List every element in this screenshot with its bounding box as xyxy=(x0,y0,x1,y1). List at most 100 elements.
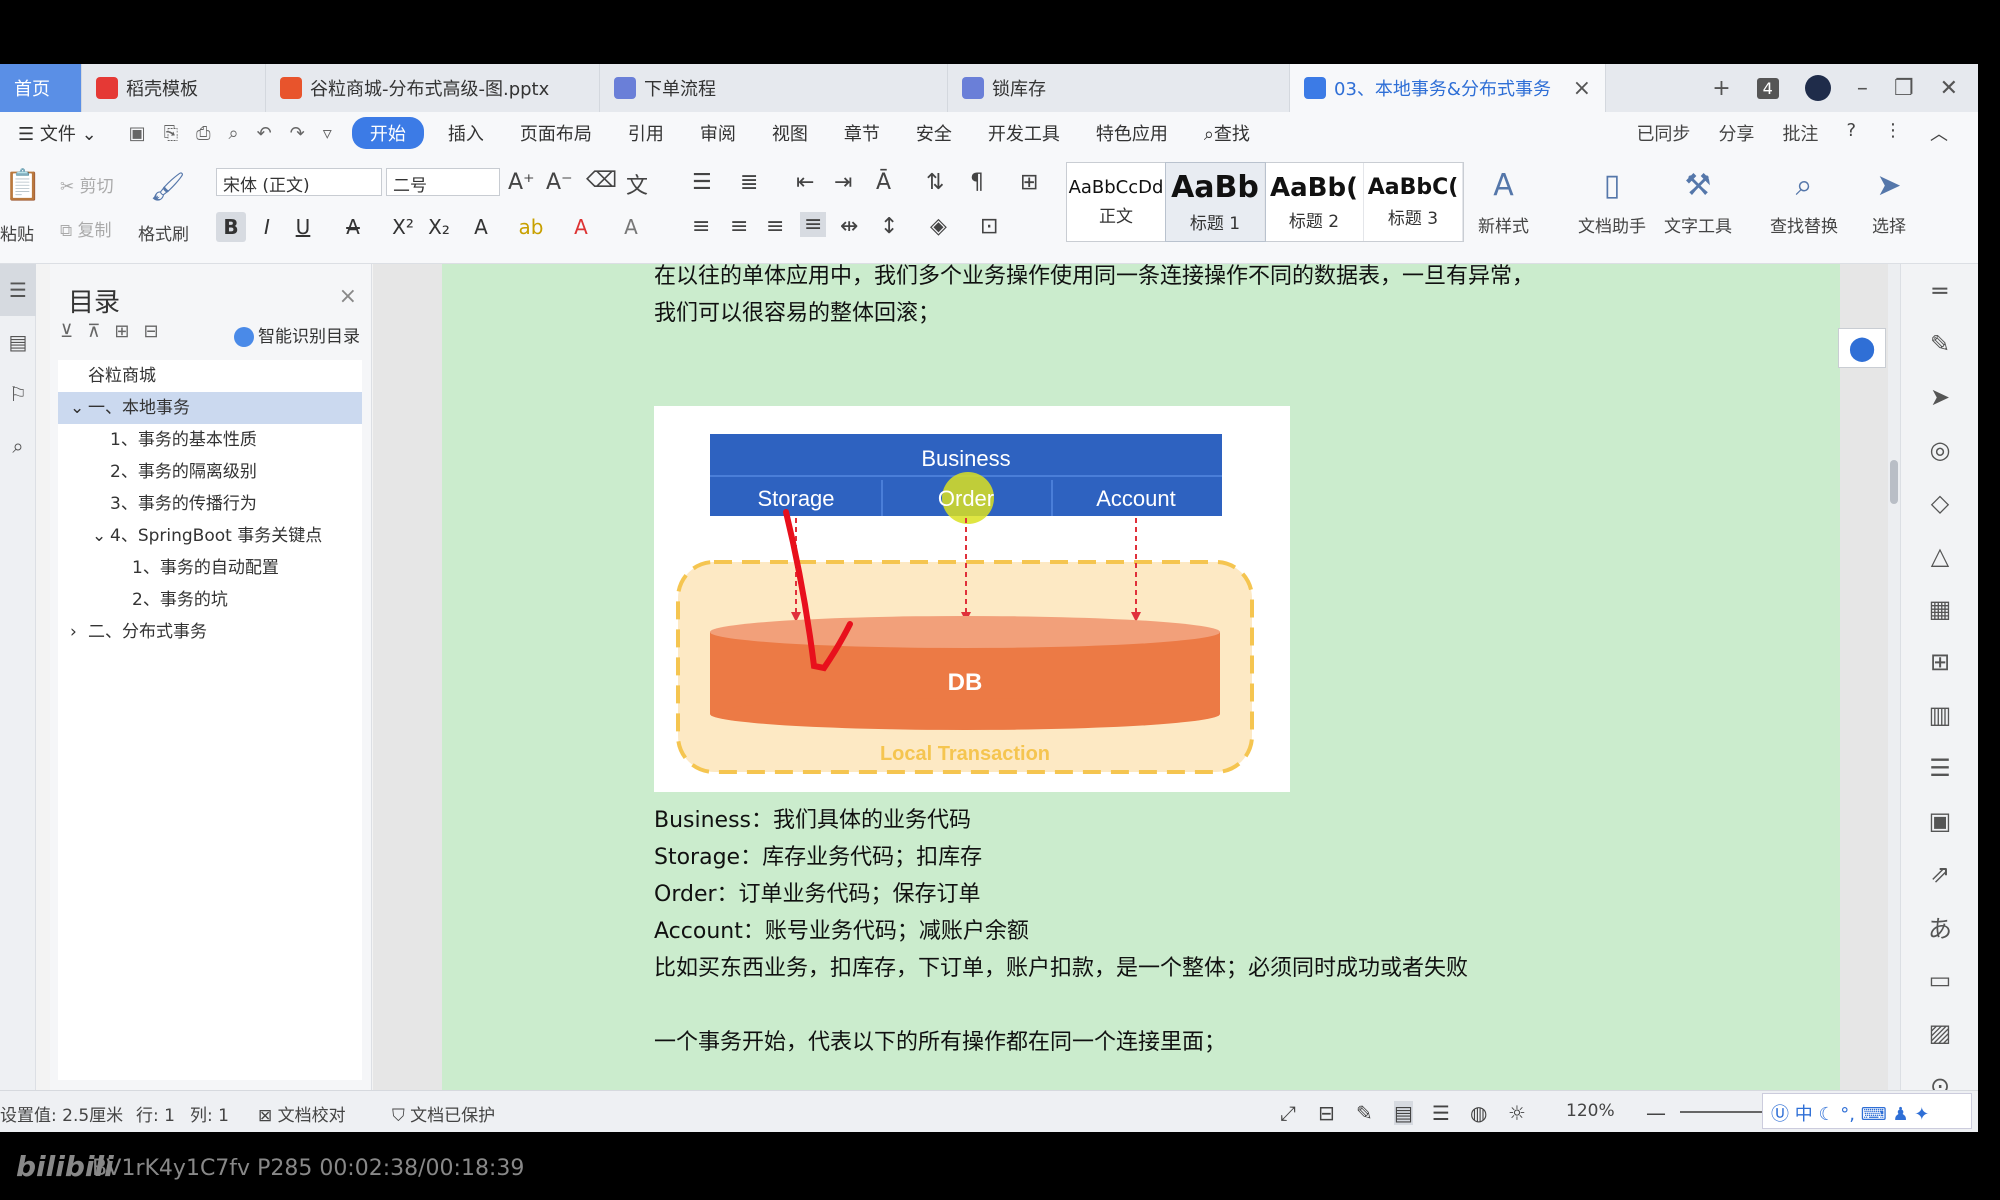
toc-item[interactable]: 2、事务的坑 xyxy=(58,584,362,616)
toc-item[interactable]: 2、事务的隔离级别 xyxy=(58,456,362,488)
menu-search[interactable]: ⌕查找 xyxy=(1186,120,1268,146)
remove-heading-icon[interactable]: ⊟ xyxy=(143,321,158,342)
text-effect-button[interactable]: A xyxy=(466,212,496,242)
protected-indicator[interactable]: ⛉ 文档已保护 xyxy=(392,1101,495,1126)
toc-item[interactable]: 1、事务的自动配置 xyxy=(58,552,362,584)
copy-button[interactable]: ⧉ 复制 xyxy=(60,216,112,241)
increase-indent-icon[interactable]: ⇥ xyxy=(834,170,852,195)
font-size-select[interactable]: 二号 xyxy=(386,168,500,196)
edit-mode-icon[interactable]: ✎ xyxy=(1356,1101,1373,1125)
increase-font-icon[interactable]: A⁺ xyxy=(508,170,535,195)
grid-icon[interactable]: ⊞ xyxy=(1901,635,1979,688)
smart-toc-button[interactable]: 智能识别目录 xyxy=(234,322,360,347)
format-painter-button[interactable]: 格式刷 xyxy=(138,220,189,245)
superscript-button[interactable]: X² xyxy=(388,212,418,242)
sort-icon[interactable]: ⇅ xyxy=(926,170,944,195)
style-heading-1[interactable]: AaBb 标题 1 xyxy=(1165,162,1266,242)
menu-reference[interactable]: 引用 xyxy=(610,120,682,146)
page-thumbnails-icon[interactable]: ▤ xyxy=(0,316,36,368)
tab-current-doc[interactable]: 03、本地事务&分布式事务 × xyxy=(1290,64,1606,112)
text-tools-button[interactable]: ⚒ 文字工具 xyxy=(1664,168,1732,237)
zoom-out-icon[interactable]: — xyxy=(1646,1101,1666,1125)
read-mode-icon[interactable]: ⊟ xyxy=(1318,1101,1335,1125)
phonetic-icon[interactable]: 文 xyxy=(626,168,648,200)
align-right-icon[interactable]: ≡ xyxy=(766,214,784,239)
share-button[interactable]: 分享 xyxy=(1718,120,1754,146)
archive-icon[interactable]: ▭ xyxy=(1901,953,1979,1006)
align-center-icon[interactable]: ≡ xyxy=(730,214,748,239)
toc-close-icon[interactable]: × xyxy=(339,284,357,309)
toc-item[interactable]: ⌄ 4、SpringBoot 事务关键点 xyxy=(58,520,362,552)
font-color-button[interactable]: A xyxy=(566,212,596,242)
target-icon[interactable]: ◎ xyxy=(1901,423,1979,476)
font-name-select[interactable]: 宋体 (正文) xyxy=(216,168,382,196)
char-shading-button[interactable]: A xyxy=(616,212,646,242)
bullet-list-icon[interactable]: ☰ xyxy=(692,170,712,195)
line-spacing-icon[interactable]: ↕ xyxy=(880,214,898,239)
menu-security[interactable]: 安全 xyxy=(898,120,970,146)
zoom-level[interactable]: 120% xyxy=(1566,1101,1615,1121)
bookmark-icon[interactable]: ⚐ xyxy=(0,368,36,420)
paste-button[interactable]: 粘贴 xyxy=(0,220,34,245)
pen-icon[interactable]: ✎ xyxy=(1901,317,1979,370)
toc-item[interactable]: 3、事务的传播行为 xyxy=(58,488,362,520)
add-heading-icon[interactable]: ⊞ xyxy=(114,321,129,342)
find-replace-button[interactable]: ⌕ 查找替换 xyxy=(1770,168,1838,237)
toc-toggle-chevron-icon[interactable]: › xyxy=(70,616,88,648)
distribute-icon[interactable]: ⇹ xyxy=(840,214,858,239)
menu-special[interactable]: 特色应用 xyxy=(1078,120,1186,146)
web-view-icon[interactable]: ◍ xyxy=(1470,1101,1487,1125)
pointer-icon[interactable]: ➤ xyxy=(1901,370,1979,423)
menu-insert[interactable]: 插入 xyxy=(430,120,502,146)
export-icon[interactable]: ⇗ xyxy=(1901,847,1979,900)
menu-devtools[interactable]: 开发工具 xyxy=(970,120,1078,146)
toc-item[interactable]: 1、事务的基本性质 xyxy=(58,424,362,456)
table-icon[interactable]: ▦ xyxy=(1901,582,1979,635)
add-tab-icon[interactable]: + xyxy=(1712,76,1730,101)
triangle-icon[interactable]: △ xyxy=(1901,529,1979,582)
toc-item[interactable]: › 二、分布式事务 xyxy=(58,616,362,648)
decrease-font-icon[interactable]: A⁻ xyxy=(546,170,573,195)
style-heading-2[interactable]: AaBb(标题 2 xyxy=(1265,163,1364,241)
table-layout-icon[interactable]: ⊞ xyxy=(1020,170,1038,195)
decrease-indent-icon[interactable]: ⇤ xyxy=(796,170,814,195)
shapes-icon[interactable]: ◇ xyxy=(1901,476,1979,529)
toc-toggle-chevron-icon[interactable]: ⌄ xyxy=(70,392,88,424)
location-pin-icon[interactable]: ⬤ xyxy=(1838,328,1886,368)
tab-lock-stock[interactable]: 锁库存 xyxy=(948,64,1290,112)
help-icon[interactable]: ? xyxy=(1846,120,1856,146)
chart-icon[interactable]: ▥ xyxy=(1901,688,1979,741)
redo-icon[interactable]: ↷ xyxy=(290,123,305,144)
format-painter-icon[interactable]: 🖌 xyxy=(150,170,186,203)
italic-button[interactable]: I xyxy=(252,212,282,242)
outline-view-icon[interactable]: ☰ xyxy=(1432,1101,1450,1125)
menu-file[interactable]: ☰ 文件 ⌄ xyxy=(0,120,115,146)
print-preview-icon[interactable]: ⌕ xyxy=(229,123,239,144)
toc-toggle-icon[interactable]: ☰ xyxy=(0,264,36,316)
menu-start[interactable]: 开始 xyxy=(351,117,424,149)
find-icon[interactable]: ⌕ xyxy=(0,420,36,472)
tab-order-flow[interactable]: 下单流程 xyxy=(600,64,948,112)
picture-doc-icon[interactable]: ▣ xyxy=(1901,794,1979,847)
image-icon[interactable]: ▨ xyxy=(1901,1006,1979,1059)
expand-all-icon[interactable]: ⊻ xyxy=(60,321,73,342)
eye-care-icon[interactable]: ☼ xyxy=(1508,1101,1526,1125)
numbered-list-icon[interactable]: ≣ xyxy=(740,170,758,195)
char-case-icon[interactable]: Ā xyxy=(876,170,891,195)
align-left-icon[interactable]: ≡ xyxy=(692,214,710,239)
avatar[interactable] xyxy=(1804,75,1831,101)
comment-button[interactable]: 批注 xyxy=(1782,120,1818,146)
minimize-icon[interactable]: – xyxy=(1857,76,1868,101)
select-button[interactable]: ➤ 选择 xyxy=(1872,168,1906,237)
overflow-icon[interactable]: ⋮ xyxy=(1884,120,1902,146)
page-view-icon[interactable]: ▤ xyxy=(1394,1101,1413,1125)
show-marks-icon[interactable]: ¶ xyxy=(970,170,984,195)
tab-pptx[interactable]: 谷粒商城-分布式高级-图.pptx xyxy=(266,64,600,112)
underline-button[interactable]: U xyxy=(288,212,318,242)
restore-icon[interactable]: ❐ xyxy=(1894,76,1914,101)
strikethrough-button[interactable]: A xyxy=(338,212,368,242)
shading-icon[interactable]: ◈ xyxy=(930,214,947,239)
vertical-scrollbar[interactable] xyxy=(1888,264,1900,1090)
sync-button[interactable]: 已同步 xyxy=(1636,120,1690,146)
tab-count-badge[interactable]: 4 xyxy=(1756,77,1779,99)
